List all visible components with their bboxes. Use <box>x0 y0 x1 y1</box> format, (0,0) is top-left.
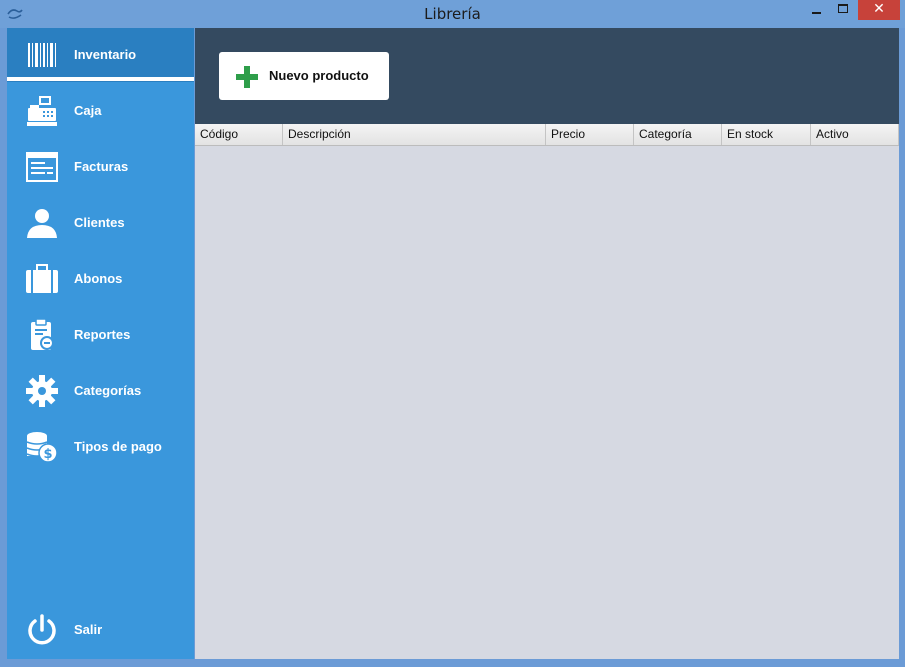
sidebar-item-clientes[interactable]: Clientes <box>7 196 194 250</box>
invoice-icon <box>26 152 58 182</box>
title-bar: Librería ✕ <box>0 0 905 28</box>
minimize-icon <box>812 12 821 14</box>
maximize-button[interactable] <box>831 0 856 20</box>
table-header: Código Descripción Precio Categoría En s… <box>195 124 899 146</box>
minimize-button[interactable] <box>806 0 828 20</box>
sidebar-item-label: Caja <box>74 103 102 118</box>
sidebar-item-categorias[interactable]: Categorías <box>7 364 194 418</box>
coins-dollar-icon: $ <box>26 432 58 463</box>
active-indicator <box>7 77 194 81</box>
column-header-precio[interactable]: Precio <box>546 124 634 145</box>
exit-label: Salir <box>74 622 103 637</box>
sidebar-item-facturas[interactable]: Facturas <box>7 140 194 194</box>
sidebar: Inventario Caja Facturas Clientes Abonos… <box>7 28 194 659</box>
new-product-button[interactable]: Nuevo producto <box>219 52 389 100</box>
barcode-icon <box>28 43 56 67</box>
sidebar-item-label: Inventario <box>74 47 137 62</box>
user-icon <box>27 209 57 238</box>
briefcase-icon <box>26 264 58 293</box>
sidebar-item-label: Tipos de pago <box>74 439 162 454</box>
close-icon: ✕ <box>873 1 885 17</box>
sidebar-item-label: Clientes <box>74 215 125 230</box>
exit-button[interactable]: Salir <box>7 603 194 657</box>
sidebar-item-reportes[interactable]: Reportes <box>7 308 194 362</box>
sidebar-item-label: Reportes <box>74 327 131 342</box>
sidebar-item-label: Categorías <box>74 383 142 398</box>
column-header-activo[interactable]: Activo <box>811 124 899 145</box>
cash-register-icon <box>27 96 57 126</box>
plus-icon <box>236 66 258 88</box>
sidebar-item-tipos-de-pago[interactable]: $ Tipos de pago <box>7 420 194 474</box>
gear-icon <box>26 375 58 407</box>
column-header-categoria[interactable]: Categoría <box>634 124 722 145</box>
window-title: Librería <box>424 5 481 23</box>
new-product-label: Nuevo producto <box>269 68 369 83</box>
maximize-icon <box>838 4 848 13</box>
sidebar-item-caja[interactable]: Caja <box>7 84 194 138</box>
column-header-codigo[interactable]: Código <box>195 124 283 145</box>
clipboard-report-icon <box>31 318 54 350</box>
table-body[interactable] <box>195 146 899 659</box>
sidebar-item-label: Facturas <box>74 159 129 174</box>
sidebar-item-inventario[interactable]: Inventario <box>7 28 194 82</box>
sidebar-item-abonos[interactable]: Abonos <box>7 252 194 306</box>
main-content: Nuevo producto Código Descripción Precio… <box>195 28 899 659</box>
close-button[interactable]: ✕ <box>858 0 900 20</box>
power-icon <box>28 614 56 645</box>
column-header-en-stock[interactable]: En stock <box>722 124 811 145</box>
toolbar: Nuevo producto <box>195 28 899 124</box>
column-header-descripcion[interactable]: Descripción <box>283 124 546 145</box>
svg-text:$: $ <box>43 447 52 462</box>
sidebar-item-label: Abonos <box>74 271 123 286</box>
